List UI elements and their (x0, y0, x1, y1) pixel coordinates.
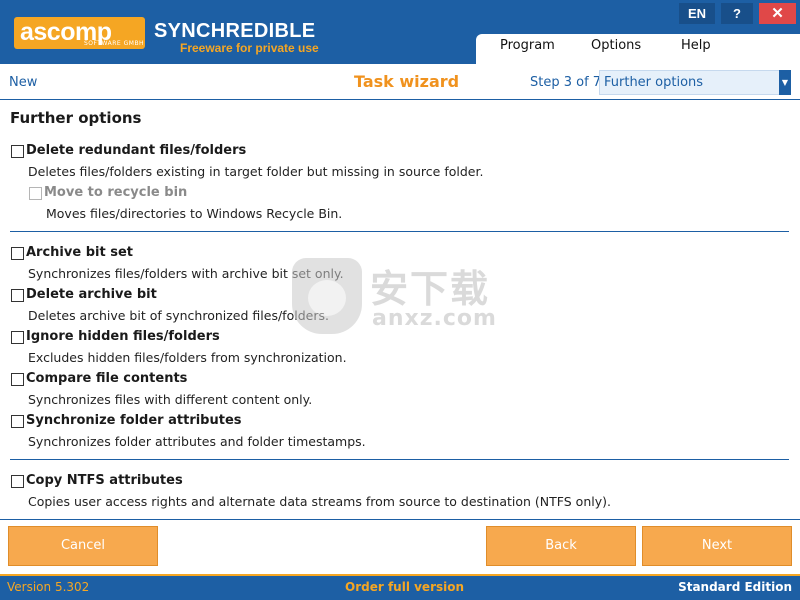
option-description: Moves files/directories to Windows Recyc… (46, 206, 343, 221)
watermark: 安下载 anxz.com (292, 258, 522, 338)
back-button[interactable]: Back (486, 526, 636, 566)
status-bar: Version 5.302 Order full version Standar… (0, 574, 800, 600)
menu-options[interactable]: Options (591, 38, 641, 53)
watermark-cn: 安下载 (370, 267, 491, 311)
option-label[interactable]: Synchronize folder attributes (26, 413, 242, 428)
option-label[interactable]: Delete redundant files/folders (26, 143, 246, 158)
checkbox[interactable] (11, 145, 24, 158)
option-label[interactable]: Delete archive bit (26, 287, 157, 302)
option-description: Copies user access rights and alternate … (28, 494, 611, 509)
checkbox[interactable] (11, 415, 24, 428)
order-full-version-link[interactable]: Order full version (345, 580, 464, 594)
new-task-link[interactable]: New (9, 75, 37, 90)
menu-bar: Program Options Help (476, 34, 800, 64)
menu-help[interactable]: Help (681, 38, 711, 53)
ascomp-logo: ascomp SOFTWARE GMBH (14, 17, 145, 49)
checkbox[interactable] (11, 289, 24, 302)
watermark-en: anxz.com (372, 306, 497, 331)
shield-icon (292, 258, 362, 334)
help-button[interactable]: ? (721, 3, 753, 24)
wizard-title: Task wizard (354, 72, 460, 91)
checkbox (29, 187, 42, 200)
version-label: Version 5.302 (7, 580, 90, 594)
option-description: Excludes hidden files/folders from synch… (28, 350, 347, 365)
chevron-down-icon[interactable]: ▼ (779, 70, 791, 95)
checkbox[interactable] (11, 373, 24, 386)
cancel-button[interactable]: Cancel (8, 526, 158, 566)
close-button[interactable]: ✕ (759, 3, 796, 24)
section-title: Further options (10, 109, 142, 127)
option-description: Synchronizes folder attributes and folde… (28, 434, 366, 449)
step-dropdown[interactable]: Further options ▼ (599, 70, 791, 95)
option-label: Move to recycle bin (44, 185, 188, 200)
step-dropdown-value: Further options (604, 75, 704, 90)
next-button[interactable]: Next (642, 526, 792, 566)
separator (10, 459, 789, 460)
option-label[interactable]: Compare file contents (26, 371, 187, 386)
option-label[interactable]: Ignore hidden files/folders (26, 329, 220, 344)
language-button[interactable]: EN (679, 3, 715, 24)
option-description: Deletes files/folders existing in target… (28, 164, 484, 179)
checkbox[interactable] (11, 475, 24, 488)
checkbox[interactable] (11, 331, 24, 344)
separator (10, 231, 789, 232)
app-subtitle: Freeware for private use (180, 41, 319, 55)
menu-program[interactable]: Program (500, 38, 555, 53)
option-label[interactable]: Copy NTFS attributes (26, 473, 183, 488)
title-bar: ascomp SOFTWARE GMBH SYNCHREDIBLE Freewa… (0, 0, 800, 64)
app-name: SYNCHREDIBLE (154, 20, 316, 42)
option-label[interactable]: Archive bit set (26, 245, 133, 260)
logo-subtext: SOFTWARE GMBH (84, 40, 145, 47)
option-description: Deletes archive bit of synchronized file… (28, 308, 329, 323)
button-area: Cancel Back Next (0, 519, 800, 572)
wizard-header: New Task wizard Step 3 of 7: Further opt… (0, 64, 800, 100)
step-label: Step 3 of 7: (530, 75, 606, 90)
option-description: Synchronizes files with different conten… (28, 392, 313, 407)
checkbox[interactable] (11, 247, 24, 260)
edition-label: Standard Edition (678, 580, 792, 594)
